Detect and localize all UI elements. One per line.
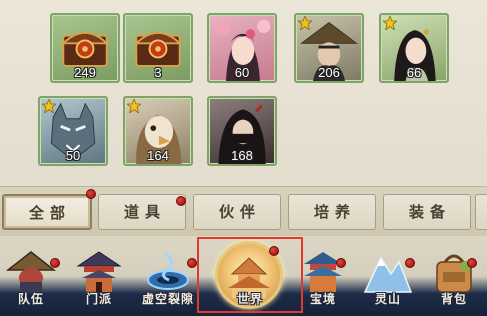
notification-dot (86, 189, 96, 199)
nav-void-rift[interactable]: 虚空裂隙 (135, 236, 201, 316)
tab-more-partial[interactable] (475, 194, 487, 230)
inventory-slot[interactable]: 164 (123, 96, 193, 166)
inventory-slot[interactable]: 206 (294, 13, 364, 83)
tab-all[interactable]: 全部 (2, 194, 92, 230)
nav-label: 宝境 (309, 292, 336, 306)
notification-dot (176, 196, 186, 206)
nav-sect[interactable]: 门派 (68, 236, 130, 316)
nav-backpack[interactable]: 背包 (423, 236, 485, 316)
void-rift-icon (147, 252, 189, 290)
treasure-realm-pagoda-icon (304, 252, 342, 292)
tab-label: 道具 (123, 203, 166, 221)
sect-pavilion-icon (76, 251, 122, 292)
tab-equipment[interactable]: 装备 (383, 194, 471, 230)
inventory-slot[interactable]: 249 (50, 13, 120, 83)
inventory-slot[interactable]: 168 (207, 96, 277, 166)
tab-items[interactable]: 道具 (98, 194, 186, 230)
item-quantity: 164 (147, 148, 169, 163)
notification-dot (50, 258, 60, 268)
nav-spirit-mountain[interactable]: 灵山 (357, 236, 419, 316)
item-quantity: 66 (406, 65, 422, 80)
item-quantity: 249 (74, 65, 96, 80)
tab-label: 培养 (313, 203, 356, 221)
notification-dot (405, 258, 415, 268)
selection-highlight-frame (197, 237, 303, 313)
nav-label: 虚空裂隙 (141, 292, 194, 306)
backpack-icon (436, 254, 472, 293)
star-icon (383, 16, 397, 30)
notification-dot (187, 258, 197, 268)
item-quantity: 50 (65, 148, 81, 163)
star-icon (42, 99, 56, 113)
inventory-slot[interactable]: 60 (207, 13, 277, 83)
nav-label: 队伍 (17, 292, 44, 306)
nav-label: 背包 (440, 292, 467, 306)
item-quantity: 168 (231, 148, 253, 163)
tab-cultivate[interactable]: 培养 (288, 194, 376, 230)
nav-label: 灵山 (374, 292, 401, 306)
spirit-mountain-icon (363, 256, 413, 293)
star-icon (298, 16, 312, 30)
bottom-navigation: 队伍 门派 虚空裂隙 世界 宝境 灵山 背包 (0, 236, 487, 316)
notification-dot (336, 258, 346, 268)
nav-treasure-realm[interactable]: 宝境 (292, 236, 354, 316)
inventory-slot[interactable]: 50 (38, 96, 108, 166)
star-icon (127, 99, 141, 113)
notification-dot (467, 258, 477, 268)
item-quantity: 206 (318, 65, 340, 80)
tab-label: 装备 (408, 203, 451, 221)
tab-partners[interactable]: 伙伴 (193, 194, 281, 230)
inventory-grid: 249 3 60 206 66 50 164 168 (0, 0, 487, 186)
category-tab-bar: 全部 道具 伙伴 培养 装备 (0, 186, 487, 236)
team-hat-icon (6, 251, 56, 292)
inventory-slot[interactable]: 66 (379, 13, 449, 83)
nav-world[interactable]: 世界 (197, 236, 303, 316)
item-quantity: 3 (154, 65, 162, 80)
inventory-slot[interactable]: 3 (123, 13, 193, 83)
nav-team[interactable]: 队伍 (0, 236, 62, 316)
item-quantity: 60 (234, 65, 250, 80)
nav-label: 门派 (85, 292, 112, 306)
tab-label: 伙伴 (218, 203, 261, 221)
tab-label: 全部 (28, 204, 71, 222)
